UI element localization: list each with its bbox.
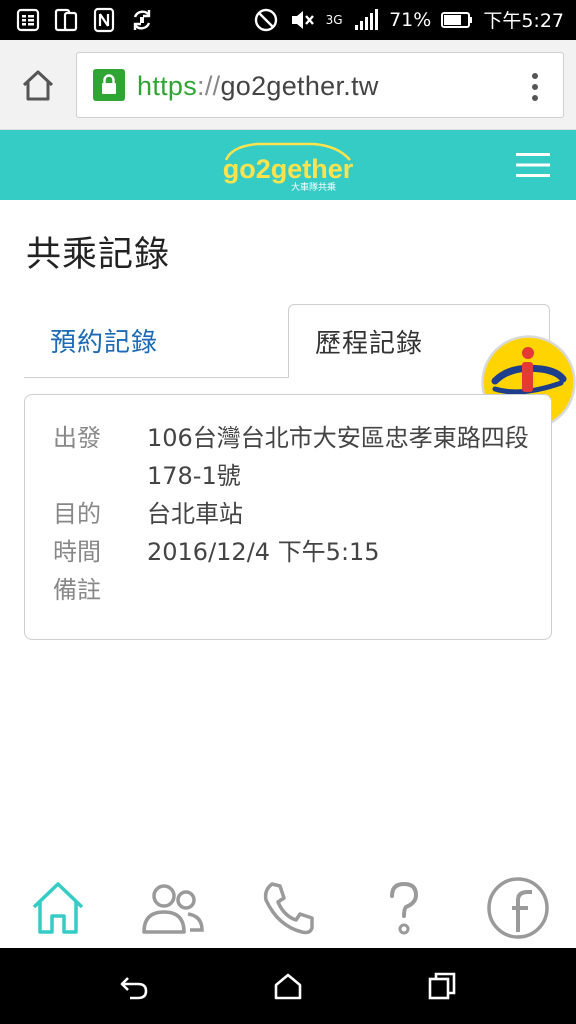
mute-icon [292, 10, 314, 29]
site-header: go2gether 大車隊共乘 [0, 130, 576, 200]
notes-icon [16, 8, 40, 32]
page-title: 共乘記錄 [26, 235, 171, 275]
lock-icon [93, 69, 125, 101]
network-type-label: 3G [325, 12, 343, 27]
record-label: 目的 [53, 500, 101, 528]
sync-icon [133, 10, 151, 30]
record-value [147, 571, 531, 609]
overflow-menu-icon[interactable] [529, 71, 541, 103]
tab-booking-records[interactable]: 預約記錄 [24, 304, 288, 378]
hamburger-menu-icon[interactable] [516, 151, 550, 179]
record-row-time: 時間 2016/12/4 下午5:15 [53, 533, 531, 571]
go2gether-logo[interactable]: go2gether 大車隊共乘 [218, 138, 358, 194]
system-navigation-bar [0, 948, 576, 1024]
phone-icon[interactable] [256, 876, 320, 940]
help-icon[interactable] [372, 876, 436, 940]
url-separator: :// [197, 71, 221, 101]
recent-apps-icon[interactable] [426, 972, 458, 1000]
record-tabs: 預約記錄 歷程記錄 [24, 304, 550, 378]
svg-text:go2gether: go2gether [223, 154, 354, 184]
record-row-note: 備註 [53, 571, 531, 609]
users-icon[interactable] [140, 876, 204, 940]
url-text: https://go2gether.tw [137, 71, 379, 102]
back-icon[interactable] [118, 972, 150, 1000]
url-host: go2gether.tw [220, 71, 379, 101]
nfc-icon [93, 7, 115, 33]
signal-icon [355, 8, 379, 30]
url-scheme: https [137, 71, 198, 101]
record-value: 106台灣台北市大安區忠孝東路四段178-1號 [147, 424, 529, 490]
bottom-nav [0, 868, 576, 948]
record-value: 台北車站 [147, 500, 243, 528]
home-icon[interactable] [18, 66, 58, 106]
status-bar: 3G 71% 下午5:27 [0, 0, 576, 40]
screen-mirror-icon [54, 8, 78, 32]
svg-text:大車隊共乘: 大車隊共乘 [291, 181, 336, 193]
record-row-departure: 出發 106台灣台北市大安區忠孝東路四段178-1號 [53, 419, 531, 495]
clock: 下午5:27 [483, 10, 564, 32]
record-label: 時間 [53, 538, 101, 566]
dnd-icon [254, 8, 278, 31]
address-bar[interactable]: https://go2gether.tw [76, 52, 564, 118]
browser-toolbar: https://go2gether.tw [0, 40, 576, 130]
battery-icon [441, 11, 473, 28]
record-label: 出發 [53, 424, 101, 452]
record-label: 備註 [53, 576, 101, 604]
battery-percent: 71% [389, 8, 432, 31]
record-card: 出發 106台灣台北市大安區忠孝東路四段178-1號 目的 台北車站 時間 20… [24, 394, 552, 640]
facebook-icon[interactable] [486, 876, 550, 940]
home-icon[interactable] [26, 876, 90, 940]
system-home-icon[interactable] [272, 972, 304, 1000]
record-row-destination: 目的 台北車站 [53, 495, 531, 533]
record-value: 2016/12/4 下午5:15 [147, 538, 380, 566]
